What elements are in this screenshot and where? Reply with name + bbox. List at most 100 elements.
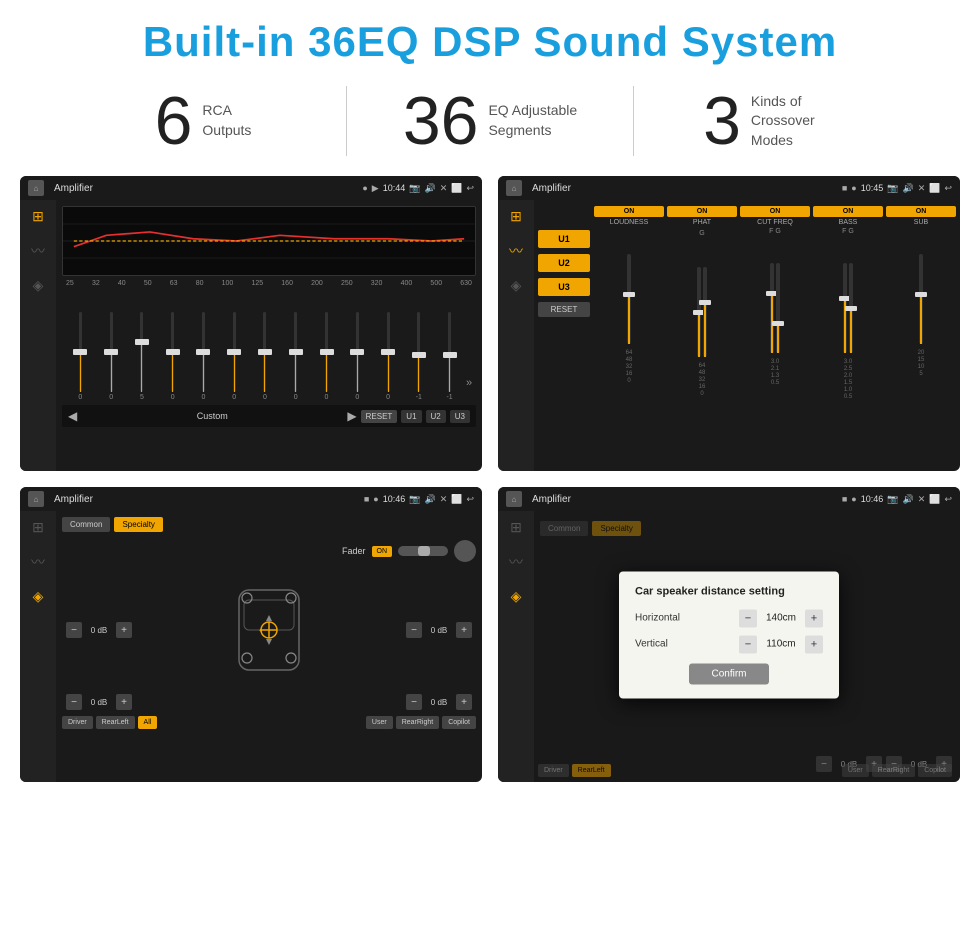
wave-icon[interactable]: 〰 xyxy=(31,241,45,261)
eq-u2-btn[interactable]: U2 xyxy=(426,410,446,423)
home-icon-4[interactable]: ⌂ xyxy=(506,491,522,507)
phat-slider-g[interactable] xyxy=(697,267,701,357)
stat-rca: 6 RCAOutputs xyxy=(60,87,346,155)
profile-icon[interactable] xyxy=(454,540,476,562)
speaker-icon-2[interactable]: ◈ xyxy=(511,277,522,294)
status-bar-1: ⌂ Amplifier ● ▶ 10:44 📷 🔊 ✕ ⬜ ↩ xyxy=(20,176,482,200)
bl-plus-btn[interactable]: + xyxy=(116,694,132,710)
tl-plus-btn[interactable]: + xyxy=(116,622,132,638)
back-icon-3[interactable]: ↩ xyxy=(466,494,474,505)
horizontal-minus-btn[interactable]: − xyxy=(739,609,757,627)
status-icons-1: ● ▶ 10:44 📷 🔊 ✕ ⬜ ↩ xyxy=(362,183,474,194)
top-right-db: − 0 dB + xyxy=(406,622,472,638)
channel-bass: ON BASS FG xyxy=(813,206,883,465)
horizontal-plus-btn[interactable]: + xyxy=(805,609,823,627)
channel-loudness: ON LOUDNESS 64 48 32 16 xyxy=(594,206,664,465)
close-icon-2[interactable]: ✕ xyxy=(918,183,926,194)
fader-slider[interactable] xyxy=(398,546,448,556)
sub-on-btn[interactable]: ON xyxy=(886,206,956,217)
eq-slider-5[interactable]: 0 xyxy=(220,312,249,401)
speaker-icon-3-active[interactable]: ◈ xyxy=(33,588,44,605)
screen1-title: Amplifier xyxy=(50,183,356,194)
eq-reset-btn[interactable]: RESET xyxy=(361,410,398,423)
eq-slider-1[interactable]: 0 xyxy=(97,312,126,401)
home-icon-2[interactable]: ⌂ xyxy=(506,180,522,196)
rearleft-btn[interactable]: RearLeft xyxy=(96,716,135,729)
copilot-btn[interactable]: Copilot xyxy=(442,716,476,729)
sub-slider[interactable] xyxy=(919,254,923,344)
fader-on-btn[interactable]: ON xyxy=(372,546,393,557)
u3-btn[interactable]: U3 xyxy=(538,278,590,296)
cutfreq-slider-g[interactable] xyxy=(776,263,780,353)
phat-slider-f[interactable] xyxy=(703,267,707,357)
screen-speaker: ⌂ Amplifier ■ ● 10:46 📷 🔊 ✕ ⬜ ↩ ⊞ 〰 ◈ xyxy=(20,487,482,782)
sub-slider-area xyxy=(919,228,923,348)
eq-slider-11[interactable]: -1 xyxy=(404,312,433,401)
user-btn[interactable]: User xyxy=(366,716,393,729)
screen1-content: ⊞ 〰 ◈ xyxy=(20,200,482,471)
cutfreq-on-btn[interactable]: ON xyxy=(740,206,810,217)
time-4: 10:46 xyxy=(861,494,884,504)
confirm-button[interactable]: Confirm xyxy=(689,663,769,684)
eq-icon-active[interactable]: ⊞ xyxy=(32,208,44,225)
wave-icon-2[interactable]: 〰 xyxy=(509,241,523,261)
bass-slider-g[interactable] xyxy=(849,263,853,353)
back-icon-4[interactable]: ↩ xyxy=(944,494,952,505)
eq-icon-4[interactable]: ⊞ xyxy=(510,519,522,536)
tab-specialty[interactable]: Specialty xyxy=(114,517,162,532)
eq-next-btn[interactable]: ▶ xyxy=(347,409,356,423)
expand-icon[interactable]: » xyxy=(466,377,472,389)
br-plus-btn[interactable]: + xyxy=(456,694,472,710)
tr-db-val: 0 dB xyxy=(425,626,453,635)
status-bar-4: ⌂ Amplifier ■ ● 10:46 📷 🔊 ✕ ⬜ ↩ xyxy=(498,487,960,511)
tab-common[interactable]: Common xyxy=(62,517,110,532)
speaker-icon-4[interactable]: ◈ xyxy=(511,588,522,605)
tr-minus-btn[interactable]: − xyxy=(406,622,422,638)
eq-slider-12[interactable]: -1 xyxy=(435,312,464,401)
home-icon-1[interactable]: ⌂ xyxy=(28,180,44,196)
eq-u3-btn[interactable]: U3 xyxy=(450,410,470,423)
back-icon-2[interactable]: ↩ xyxy=(944,183,952,194)
tl-minus-btn[interactable]: − xyxy=(66,622,82,638)
freq-160: 160 xyxy=(281,280,293,287)
wave-icon-3[interactable]: 〰 xyxy=(31,552,45,572)
u1-btn[interactable]: U1 xyxy=(538,230,590,248)
eq-slider-6[interactable]: 0 xyxy=(251,312,280,401)
eq-prev-btn[interactable]: ◀ xyxy=(68,409,77,423)
wave-icon-4[interactable]: 〰 xyxy=(509,552,523,572)
back-icon-1[interactable]: ↩ xyxy=(466,183,474,194)
phat-on-btn[interactable]: ON xyxy=(667,206,737,217)
loudness-on-btn[interactable]: ON xyxy=(594,206,664,217)
eq-slider-2[interactable]: 5 xyxy=(128,312,157,401)
br-minus-btn[interactable]: − xyxy=(406,694,422,710)
eq-slider-7[interactable]: 0 xyxy=(281,312,310,401)
bass-on-btn[interactable]: ON xyxy=(813,206,883,217)
eq-slider-8[interactable]: 0 xyxy=(312,312,341,401)
close-icon-1[interactable]: ✕ xyxy=(440,183,448,194)
rearright-btn[interactable]: RearRight xyxy=(396,716,440,729)
eq-slider-10[interactable]: 0 xyxy=(374,312,403,401)
cutfreq-slider-f[interactable] xyxy=(770,263,774,353)
freq-500: 500 xyxy=(430,280,442,287)
bl-minus-btn[interactable]: − xyxy=(66,694,82,710)
tr-plus-btn[interactable]: + xyxy=(456,622,472,638)
close-icon-4[interactable]: ✕ xyxy=(918,494,926,505)
close-icon-3[interactable]: ✕ xyxy=(440,494,448,505)
freq-63: 63 xyxy=(170,280,178,287)
eq-slider-0[interactable]: 0 xyxy=(66,312,95,401)
vertical-minus-btn[interactable]: − xyxy=(739,635,757,653)
all-btn[interactable]: All xyxy=(138,716,158,729)
eq-slider-9[interactable]: 0 xyxy=(343,312,372,401)
loudness-slider[interactable] xyxy=(627,254,631,344)
driver-btn[interactable]: Driver xyxy=(62,716,93,729)
crossover-reset-btn[interactable]: RESET xyxy=(538,302,590,317)
eq-u1-btn[interactable]: U1 xyxy=(401,410,421,423)
eq-icon-2[interactable]: ⊞ xyxy=(510,208,522,225)
u2-btn[interactable]: U2 xyxy=(538,254,590,272)
home-icon-3[interactable]: ⌂ xyxy=(28,491,44,507)
eq-slider-4[interactable]: 0 xyxy=(189,312,218,401)
speaker-icon[interactable]: ◈ xyxy=(33,277,44,294)
eq-icon-3[interactable]: ⊞ xyxy=(32,519,44,536)
eq-slider-3[interactable]: 0 xyxy=(158,312,187,401)
vertical-plus-btn[interactable]: + xyxy=(805,635,823,653)
